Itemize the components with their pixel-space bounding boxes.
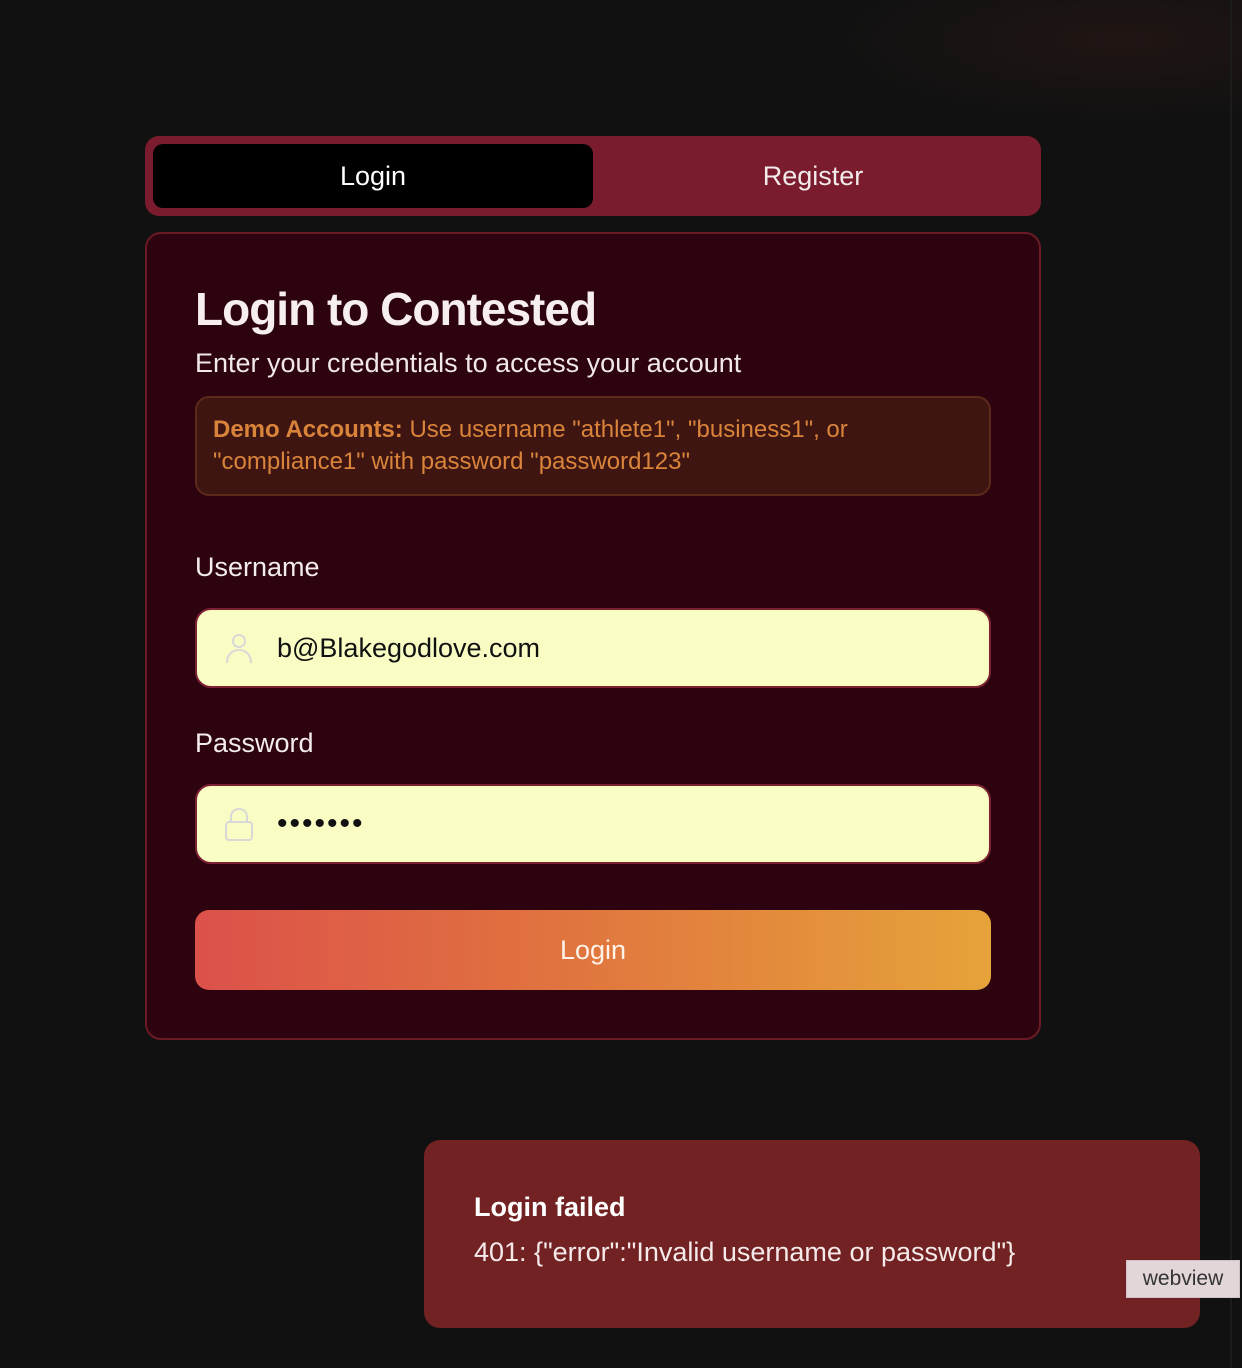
webview-badge: webview xyxy=(1126,1260,1240,1298)
lock-icon xyxy=(225,807,253,841)
toast-title: Login failed xyxy=(474,1192,626,1222)
login-button[interactable]: Login xyxy=(195,910,991,990)
card-subtitle: Enter your credentials to access your ac… xyxy=(195,348,742,378)
auth-tabs: Login Register xyxy=(145,136,1041,216)
tab-login[interactable]: Login xyxy=(153,144,593,208)
demo-accounts-notice: Demo Accounts: Use username "athlete1", … xyxy=(195,396,991,496)
username-field[interactable]: b@Blakegodlove.com xyxy=(195,608,991,688)
username-label: Username xyxy=(195,552,320,582)
username-input[interactable]: b@Blakegodlove.com xyxy=(277,610,540,686)
card-title: Login to Contested xyxy=(195,283,597,335)
toast-message: 401: {"error":"Invalid username or passw… xyxy=(474,1237,1016,1267)
login-card: Login to Contested Enter your credential… xyxy=(145,232,1041,1040)
password-label: Password xyxy=(195,728,314,758)
tab-register[interactable]: Register xyxy=(593,144,1033,208)
demo-accounts-label: Demo Accounts: xyxy=(213,416,403,443)
user-icon xyxy=(226,634,252,664)
page: Login Register Login to Contested Enter … xyxy=(0,0,1242,1368)
error-toast[interactable]: Login failed 401: {"error":"Invalid user… xyxy=(424,1140,1200,1328)
window-edge xyxy=(1230,0,1232,1368)
password-field[interactable]: ••••••• xyxy=(195,784,991,864)
password-input[interactable]: ••••••• xyxy=(277,786,365,862)
